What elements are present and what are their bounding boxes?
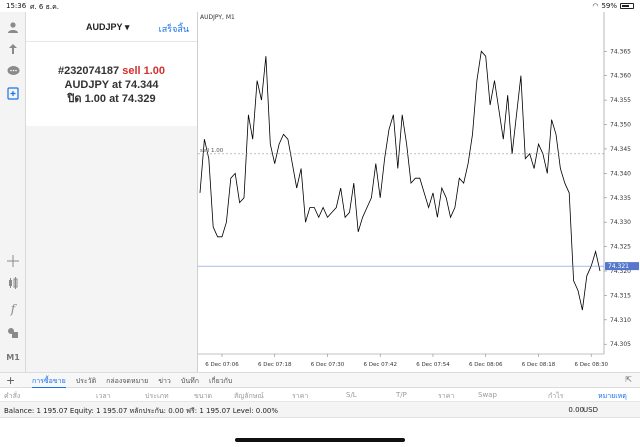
new-order-icon[interactable] [4, 84, 22, 102]
x-tick-label: 6 Dec 07:06 [205, 362, 239, 368]
y-tick-label: 74.335 [610, 195, 631, 202]
x-tick-label: 6 Dec 07:18 [258, 362, 292, 368]
balance-row: Balance: 1 195.07 Equity: 1 195.07 หลักป… [0, 402, 640, 418]
battery-percent: 59% [601, 2, 617, 10]
order-line-open: AUDJPY at 74.344 [26, 78, 197, 92]
trade-icon[interactable] [4, 40, 22, 58]
y-tick-label: 74.345 [610, 146, 631, 153]
y-tick-label: 74.365 [610, 48, 631, 55]
x-tick-label: 6 Dec 08:30 [574, 362, 608, 368]
order-action: sell 1.00 [122, 65, 166, 77]
bottom-tab-bar: + การซื้อขาย ประวัติ กล่องจดหมาย ข่าว บั… [0, 372, 640, 388]
battery-icon [620, 3, 634, 9]
status-bar: 15:36 ศ. 6 ธ.ค. ◠ 59% [0, 0, 640, 12]
tab-trade[interactable]: การซื้อขาย [32, 376, 66, 388]
timeframe-button[interactable]: M1 [4, 348, 22, 366]
col-size[interactable]: ขนาด [194, 391, 212, 402]
y-tick-label: 74.325 [610, 244, 631, 251]
left-toolbar: f M1 [0, 12, 26, 372]
objects-icon[interactable] [4, 324, 22, 342]
y-tick-label: 74.330 [610, 219, 631, 226]
order-ticket: #232074187 [57, 65, 120, 77]
chart-svg: 74.365 74.360 74.355 74.350 74.345 74.340 74.3… [198, 12, 639, 368]
status-right: ◠ 59% [592, 2, 634, 10]
close-price: 74.329 [121, 93, 156, 105]
total-profit: 0.00 [568, 406, 584, 414]
y-tick-label: 74.315 [610, 292, 631, 299]
col-type[interactable]: ประเภท [145, 391, 169, 402]
tab-mailbox[interactable]: กล่องจดหมาย [106, 376, 148, 388]
y-tick-label: 74.350 [610, 122, 631, 129]
chevron-down-icon: ▾ [124, 22, 130, 32]
account-icon[interactable] [4, 18, 22, 36]
price-chart[interactable]: 74.365 74.360 74.355 74.350 74.345 74.340 74.3… [198, 12, 640, 372]
col-price[interactable]: ราคา [292, 391, 308, 402]
close-prefix: ปิด 1.00 at [67, 93, 119, 105]
col-price-current[interactable]: ราคา [438, 391, 454, 402]
tab-history[interactable]: ประวัติ [76, 376, 96, 388]
x-tick-label: 6 Dec 08:18 [522, 362, 556, 368]
col-sl[interactable]: S/L [346, 391, 357, 399]
col-tp[interactable]: T/P [396, 391, 407, 399]
currency: USD [583, 406, 598, 414]
home-indicator[interactable] [235, 438, 405, 442]
x-tick-label: 6 Dec 08:06 [469, 362, 503, 368]
tab-journal[interactable]: บันทึก [181, 376, 199, 388]
function-icon[interactable]: f [4, 300, 22, 318]
tab-news[interactable]: ข่าว [158, 376, 171, 388]
y-tick-label: 74.310 [610, 317, 631, 324]
order-result: #232074187 sell 1.00 AUDJPY at 74.344 ปิ… [26, 42, 197, 106]
status-time: 15:36 [6, 2, 27, 10]
x-tick-label: 6 Dec 07:42 [363, 362, 397, 368]
order-line-close: ปิด 1.00 at 74.329 [26, 92, 197, 106]
current-price-label: 74.321 [608, 263, 629, 270]
order-level-label: sell 1.00 [200, 148, 224, 154]
panel-background [26, 126, 197, 372]
price-line [199, 50, 601, 311]
col-profit[interactable]: กำไร [548, 391, 563, 402]
chart-title: AUDJPY, M1 [200, 14, 235, 21]
chat-icon[interactable] [4, 62, 22, 80]
expand-icon[interactable]: ⇱ [625, 375, 632, 384]
y-tick-label: 74.305 [610, 341, 631, 348]
add-icon[interactable]: + [6, 374, 15, 387]
order-line-ticket: #232074187 sell 1.00 [26, 64, 197, 78]
order-panel-header: AUDJPY ▾ เสร็จสิ้น [26, 12, 197, 42]
col-order[interactable]: คำสั่ง [4, 391, 20, 402]
col-symbol[interactable]: สัญลักษณ์ [234, 391, 264, 402]
order-panel: AUDJPY ▾ เสร็จสิ้น #232074187 sell 1.00 … [26, 12, 197, 126]
y-tick-label: 74.340 [610, 170, 631, 177]
x-tick-label: 6 Dec 07:30 [311, 362, 345, 368]
crosshair-icon[interactable] [4, 252, 22, 270]
wifi-icon: ◠ [592, 2, 599, 10]
col-swap[interactable]: Swap [478, 391, 497, 399]
trade-columns: คำสั่ง เวลา ประเภท ขนาด สัญลักษณ์ ราคา S… [0, 388, 640, 404]
symbol-label: AUDJPY [86, 22, 123, 32]
y-tick-label: 74.355 [610, 97, 631, 104]
open-prefix: AUDJPY at [64, 79, 122, 91]
symbol-selector[interactable]: AUDJPY ▾ [86, 22, 129, 33]
done-button[interactable]: เสร็จสิ้น [159, 22, 189, 36]
balance-text: Balance: 1 195.07 Equity: 1 195.07 หลักป… [4, 407, 279, 415]
y-tick-label: 74.360 [610, 73, 631, 80]
tab-list: การซื้อขาย ประวัติ กล่องจดหมาย ข่าว บันท… [32, 376, 232, 388]
tab-about[interactable]: เกี่ยวกับ [209, 376, 232, 388]
open-price: 74.344 [124, 79, 159, 91]
col-time[interactable]: เวลา [96, 391, 111, 402]
indicators-icon[interactable] [4, 274, 22, 292]
x-tick-label: 6 Dec 07:54 [416, 362, 450, 368]
